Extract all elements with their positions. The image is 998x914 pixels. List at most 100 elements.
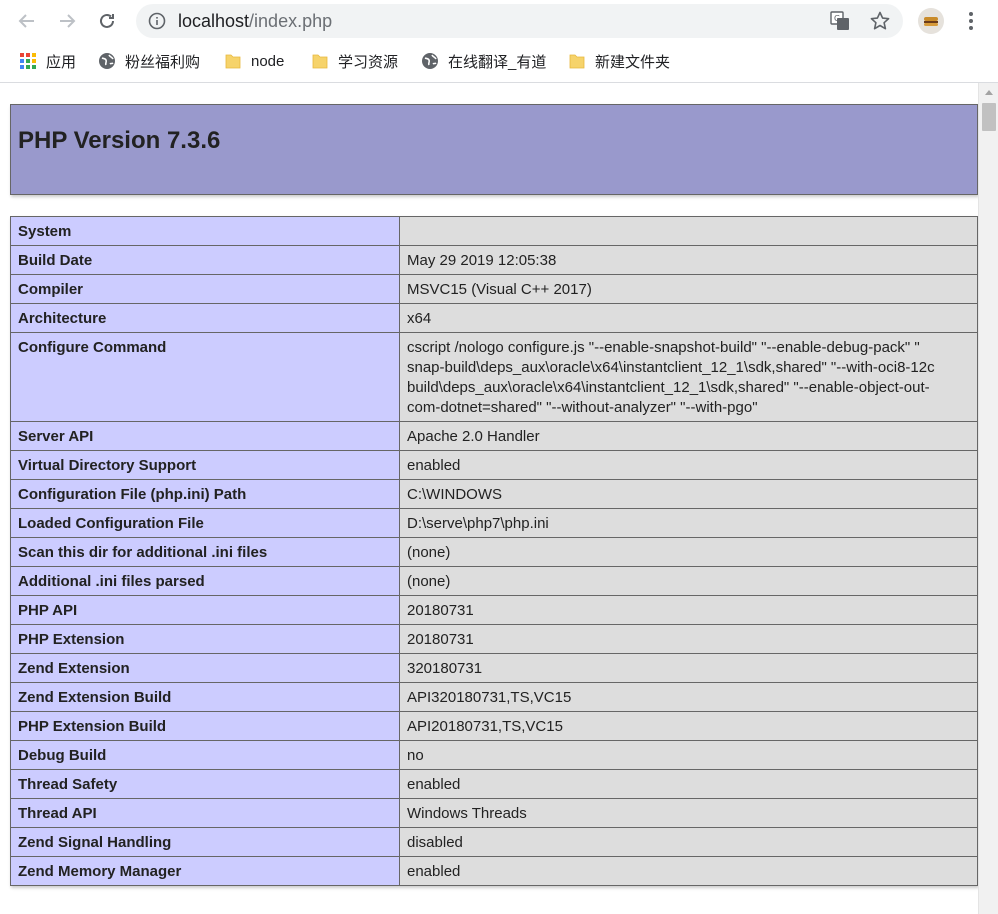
- table-row: Thread API Windows Threads: [10, 798, 978, 828]
- translate-icon[interactable]: G: [830, 11, 850, 31]
- php-version-header: PHP Version 7.3.6: [10, 104, 978, 195]
- row-value: enabled: [399, 856, 978, 886]
- forward-arrow-icon: [60, 14, 76, 28]
- row-label: Thread Safety: [10, 769, 400, 799]
- row-label: PHP Extension Build: [10, 711, 400, 741]
- apps-grid-icon: [20, 53, 36, 69]
- row-value: D:\serve\php7\php.ini: [399, 508, 978, 538]
- row-label: Debug Build: [10, 740, 400, 770]
- row-value: Windows Threads: [399, 798, 978, 828]
- bookmark-fensi[interactable]: 粉丝福利购: [98, 50, 200, 72]
- row-value: enabled: [399, 450, 978, 480]
- table-row: Build Date May 29 2019 12:05:38: [10, 245, 978, 275]
- browser-toolbar: localhost/index.php G: [0, 0, 998, 42]
- table-row: Configuration File (php.ini) Path C:\WIND…: [10, 479, 978, 509]
- row-label: Server API: [10, 421, 400, 451]
- table-row: Architecture x64: [10, 303, 978, 333]
- bookmarks-bar: 应用 粉丝福利购 node 学习资源 在线翻译_有道 新建文件夹: [0, 42, 998, 83]
- row-value: API320180731,TS,VC15: [399, 682, 978, 712]
- table-row: Debug Build no: [10, 740, 978, 770]
- php-info-table: System Build Date May 29 2019 12:05:38 Comp…: [10, 216, 978, 886]
- bookmark-apps[interactable]: 应用: [19, 50, 76, 72]
- bookmark-label: node: [251, 52, 285, 70]
- row-value: 320180731: [399, 653, 978, 683]
- row-label: PHP Extension: [10, 624, 400, 654]
- bookmark-label: 应用: [46, 53, 77, 71]
- row-label: Virtual Directory Support: [10, 450, 400, 480]
- row-label: Additional .ini files parsed: [10, 566, 400, 596]
- table-row: Thread Safety enabled: [10, 769, 978, 799]
- row-label: Build Date: [10, 245, 400, 275]
- forward-button[interactable]: [52, 6, 82, 36]
- bookmark-youdao[interactable]: 在线翻译_有道: [421, 50, 546, 72]
- table-row: PHP API 20180731: [10, 595, 978, 625]
- table-row: Loaded Configuration File D:\serve\php7\p…: [10, 508, 978, 538]
- row-value: cscript /nologo configure.js "--enable-s…: [399, 332, 978, 422]
- bookmark-label: 在线翻译_有道: [448, 53, 547, 71]
- table-row: Zend Extension 320180731: [10, 653, 978, 683]
- row-value: x64: [399, 303, 978, 333]
- globe-icon: [99, 53, 115, 69]
- address-bar[interactable]: localhost/index.php G: [136, 4, 903, 38]
- folder-icon: [225, 54, 241, 69]
- url-path: /index.php: [249, 11, 333, 31]
- row-label: Loaded Configuration File: [10, 508, 400, 538]
- page-title: PHP Version 7.3.6: [18, 127, 221, 154]
- row-value: MSVC15 (Visual C++ 2017): [399, 274, 978, 304]
- row-value: [399, 216, 978, 246]
- table-row: PHP Extension 20180731: [10, 624, 978, 654]
- table-row: Compiler MSVC15 (Visual C++ 2017): [10, 274, 978, 304]
- table-row: Zend Extension Build API320180731,TS,VC15: [10, 682, 978, 712]
- row-label: System: [10, 216, 400, 246]
- scroll-up-arrow-icon: [985, 90, 993, 95]
- row-label: Zend Memory Manager: [10, 856, 400, 886]
- bookmark-study[interactable]: 学习资源: [311, 50, 398, 72]
- row-label: Scan this dir for additional .ini files: [10, 537, 400, 567]
- folder-icon: [569, 54, 585, 69]
- scroll-up-button[interactable]: [979, 83, 998, 101]
- info-table-body: System Build Date May 29 2019 12:05:38 Comp…: [10, 216, 978, 886]
- row-value: enabled: [399, 769, 978, 799]
- folder-icon: [312, 54, 328, 69]
- row-label: Configuration File (php.ini) Path: [10, 479, 400, 509]
- row-value: disabled: [399, 827, 978, 857]
- url-text[interactable]: localhost/index.php: [178, 11, 332, 32]
- avatar-icon: [918, 8, 944, 34]
- svg-text:G: G: [834, 14, 840, 23]
- row-label: Compiler: [10, 274, 400, 304]
- row-value: 20180731: [399, 624, 978, 654]
- profile-avatar[interactable]: [918, 8, 944, 34]
- reload-icon: [100, 13, 114, 28]
- bookmark-star-icon[interactable]: [869, 10, 891, 32]
- vertical-scrollbar[interactable]: [978, 83, 998, 914]
- back-button[interactable]: [12, 6, 42, 36]
- row-label: Thread API: [10, 798, 400, 828]
- table-row: Configure Command cscript /nologo configu…: [10, 332, 978, 422]
- table-row: Zend Signal Handling disabled: [10, 827, 978, 857]
- scroll-thumb[interactable]: [982, 103, 996, 131]
- table-row: Server API Apache 2.0 Handler: [10, 421, 978, 451]
- table-row: Zend Memory Manager enabled: [10, 856, 978, 886]
- row-label: Zend Signal Handling: [10, 827, 400, 857]
- back-arrow-icon: [18, 14, 34, 28]
- row-value: no: [399, 740, 978, 770]
- row-value: May 29 2019 12:05:38: [399, 245, 978, 275]
- bookmark-new-folder[interactable]: 新建文件夹: [568, 50, 670, 72]
- row-value: 20180731: [399, 595, 978, 625]
- row-label: PHP API: [10, 595, 400, 625]
- table-row: Additional .ini files parsed (none): [10, 566, 978, 596]
- table-row: Virtual Directory Support enabled: [10, 450, 978, 480]
- info-icon[interactable]: [148, 12, 166, 30]
- reload-button[interactable]: [92, 6, 122, 36]
- row-label: Zend Extension Build: [10, 682, 400, 712]
- bookmark-label: 学习资源: [338, 53, 399, 71]
- bookmark-label: 粉丝福利购: [125, 53, 201, 71]
- row-value: API20180731,TS,VC15: [399, 711, 978, 741]
- more-menu-icon[interactable]: [958, 8, 984, 34]
- row-value-line: com-dotnet=shared" "--without-analyzer" …: [407, 399, 758, 416]
- row-label: Configure Command: [10, 332, 400, 422]
- row-value: (none): [399, 537, 978, 567]
- table-row: Scan this dir for additional .ini files(…: [10, 537, 978, 567]
- bookmark-node[interactable]: node: [224, 50, 284, 72]
- globe-icon: [422, 53, 438, 69]
